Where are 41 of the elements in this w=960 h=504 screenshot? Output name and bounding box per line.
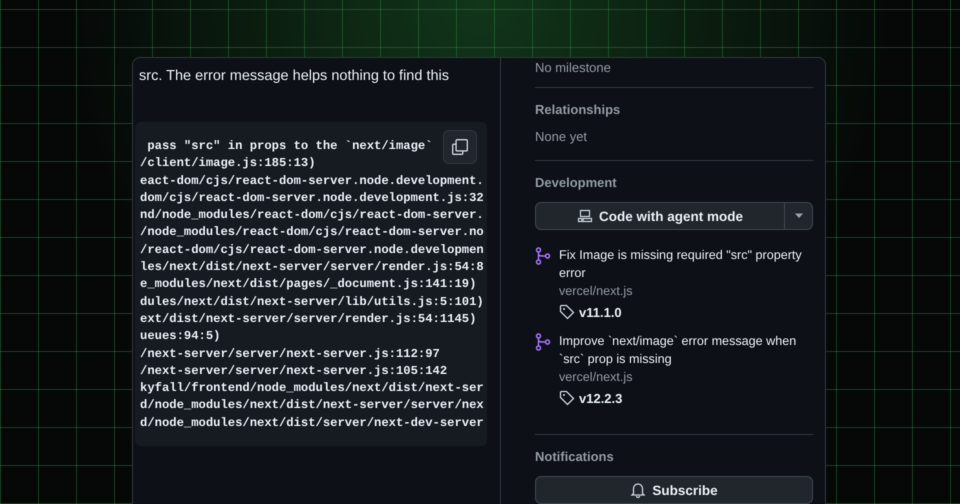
bell-icon (630, 482, 646, 498)
code-line: dules/next/dist/next-server/lib/utils.js:5:101) (140, 294, 484, 311)
laptop-icon (576, 208, 593, 224)
code-line: /next-server/server/next-server.js:112:97 (140, 346, 440, 363)
code-line: /react-dom/cjs/react-dom-server.node.developmen (140, 242, 484, 259)
code-with-agent-button[interactable]: Code with agent mode (535, 202, 785, 230)
code-line: /client/image.js:185:13) (140, 155, 316, 172)
copy-icon (451, 138, 469, 156)
code-line: d/node_modules/next/dist/next-server/server/nex (140, 397, 484, 414)
code-line: /next-server/server/next-server.js:105:142 (140, 362, 448, 380)
issue-text: src. The error message helps nothing to find this (139, 68, 450, 84)
release-tag: v12.2.3 (579, 390, 622, 406)
section-heading: Development (535, 175, 618, 190)
release-tag: v11.1.0 (579, 304, 622, 320)
pull-request-link[interactable]: Fix Image is missing required "src" property error (559, 246, 813, 282)
repository-name: vercel/next.js (559, 283, 634, 300)
code-line: kyfall/frontend/node_modules/next/dist/next-ser (140, 380, 484, 398)
tag-icon (559, 390, 575, 406)
relationships-value: None yet (535, 129, 588, 144)
code-line: ueues:94:5) (140, 328, 220, 346)
caret-icon (794, 213, 804, 219)
subscribe-button[interactable]: Subscribe (535, 476, 813, 504)
copy-button[interactable] (443, 130, 477, 164)
code-line: d/node_modules/next/dist/server/next-dev-server (140, 414, 484, 432)
code-line: ext/dist/next-server/server/render.js:54:1145) (140, 310, 476, 328)
pull-request-link[interactable]: Improve `next/image` error message when `src` prop is missing (559, 332, 813, 368)
repository-name: vercel/next.js (559, 369, 634, 386)
code-line: e_modules/next/dist/pages/_document.js:141:19) (140, 276, 476, 294)
code-line: pass "src" in props to the `next/image` (146, 138, 433, 155)
branch-icon (535, 333, 551, 351)
milestone-value: No milestone (535, 60, 612, 75)
code-line: /node_modules/react-dom/cjs/react-dom-server.no (140, 224, 484, 242)
code-line: dom/cjs/react-dom-server.node.development.js:32 (140, 190, 484, 207)
branch-icon (535, 247, 551, 265)
dropdown-button[interactable] (785, 202, 813, 230)
code-line: les/next/dist/next-server/server/render.js:54:8 (140, 259, 484, 276)
section-heading: Relationships (535, 102, 622, 117)
code-line: eact-dom/cjs/react-dom-server.node.development. (140, 172, 484, 190)
section-heading: Notifications (535, 449, 615, 464)
tag-icon (559, 304, 575, 320)
code-line: nd/node_modules/react-dom/cjs/react-dom-server. (140, 207, 484, 224)
